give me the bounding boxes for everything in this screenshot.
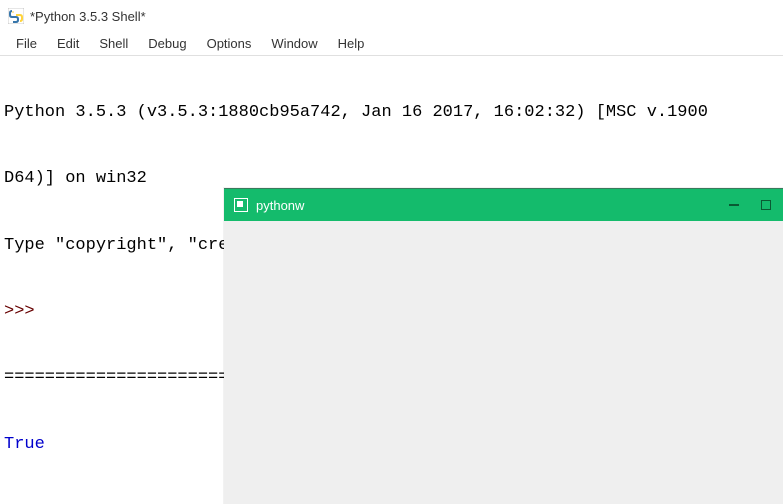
menu-file[interactable]: File	[6, 33, 47, 54]
window-controls	[727, 198, 773, 212]
menu-debug[interactable]: Debug	[138, 33, 196, 54]
menu-window[interactable]: Window	[261, 33, 327, 54]
menubar: File Edit Shell Debug Options Window Hel…	[0, 32, 783, 56]
python-idle-icon	[8, 8, 24, 24]
window-title: *Python 3.5.3 Shell*	[30, 9, 146, 24]
secondary-window[interactable]: pythonw	[224, 188, 783, 504]
maximize-button[interactable]	[759, 198, 773, 212]
secondary-window-body[interactable]	[224, 221, 783, 504]
menu-shell[interactable]: Shell	[89, 33, 138, 54]
secondary-window-title: pythonw	[256, 198, 727, 213]
titlebar: *Python 3.5.3 Shell*	[0, 0, 783, 32]
minimize-button[interactable]	[727, 198, 741, 212]
secondary-titlebar[interactable]: pythonw	[224, 189, 783, 221]
menu-help[interactable]: Help	[328, 33, 375, 54]
menu-options[interactable]: Options	[197, 33, 262, 54]
console-version-line: Python 3.5.3 (v3.5.3:1880cb95a742, Jan 1…	[4, 102, 779, 124]
menu-edit[interactable]: Edit	[47, 33, 89, 54]
pythonw-app-icon	[234, 198, 248, 212]
